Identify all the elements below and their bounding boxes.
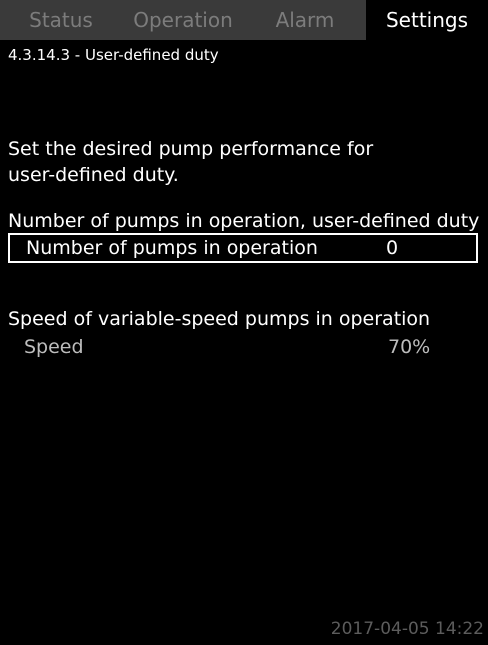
pumps-group-title: Number of pumps in operation, user-defin… (8, 210, 480, 232)
datetime: 2017-04-05 14:22 (330, 619, 484, 639)
description-line-2: user-defined duty. (8, 164, 179, 186)
speed-row[interactable]: Speed 70% (8, 332, 478, 362)
tab-settings[interactable]: Settings (366, 0, 488, 40)
tab-operation[interactable]: Operation (122, 0, 244, 40)
pumps-in-operation-label: Number of pumps in operation (26, 237, 318, 259)
pumps-in-operation-row[interactable]: Number of pumps in operation 0 (8, 233, 478, 263)
breadcrumb: 4.3.14.3 - User-defined duty (8, 46, 219, 64)
tab-bar: Status Operation Alarm Settings (0, 0, 488, 40)
pumps-in-operation-value: 0 (386, 237, 399, 259)
speed-group-title: Speed of variable-speed pumps in operati… (8, 308, 431, 330)
description-line-1: Set the desired pump performance for (8, 138, 374, 160)
speed-value: 70% (388, 336, 431, 358)
description: Set the desired pump performance for use… (8, 136, 373, 188)
speed-label: Speed (24, 336, 84, 358)
tab-status[interactable]: Status (0, 0, 122, 40)
tab-alarm[interactable]: Alarm (244, 0, 366, 40)
